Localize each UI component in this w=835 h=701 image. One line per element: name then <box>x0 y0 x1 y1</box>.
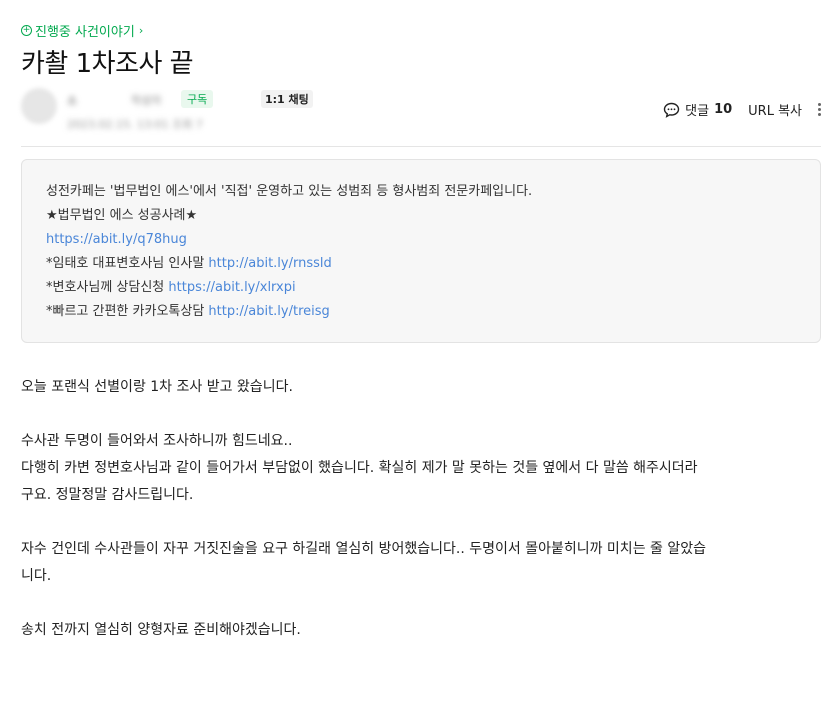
board-link[interactable]: + 진행중 사건이야기 › <box>21 21 143 40</box>
chevron-right-icon: › <box>138 24 144 37</box>
comment-icon <box>663 102 680 118</box>
body-paragraph: 구요. 정말정말 감사드립니다. <box>21 487 194 503</box>
comment-count: 10 <box>714 102 733 117</box>
consult-link[interactable]: https://abit.ly/xlrxpi <box>168 280 295 295</box>
notice-line: ★법무법인 에스 성공사례★ <box>46 208 198 223</box>
board-name: 진행중 사건이야기 <box>35 25 135 40</box>
comment-button[interactable]: 댓글 10 <box>663 100 732 119</box>
kakaotalk-link[interactable]: http://abit.ly/treisg <box>208 304 329 319</box>
subscribe-button[interactable]: 구독 <box>181 90 214 108</box>
cafe-notice-box: 성전카페는 '법무법인 에스'에서 '직접' 운영하고 있는 성범죄 등 형사범… <box>21 159 821 343</box>
post-actions: 댓글 10 URL 복사 <box>663 100 821 119</box>
notice-line: *빠르고 간편한 카카오톡상담 <box>46 304 209 319</box>
post-date: 2023.02.15. 13:01 조회 7 <box>67 118 203 131</box>
body-paragraph: 자수 건인데 수사관들이 자꾸 거짓진술을 요구 하길래 열심히 방어했습니다.… <box>21 541 706 557</box>
author-row: 소 작성자 구독 1:1 채팅 2023.02.15. 13:01 조회 7 댓… <box>21 86 821 136</box>
url-copy-button[interactable]: URL 복사 <box>748 100 802 119</box>
body-paragraph: 송치 전까지 열심히 양형자료 준비해야겠습니다. <box>21 622 301 638</box>
chat-button[interactable]: 1:1 채팅 <box>261 90 313 108</box>
more-options-icon[interactable] <box>818 103 821 116</box>
post-title: 카촬 1차조사 끝 <box>21 49 194 79</box>
body-paragraph: 니다. <box>21 568 52 584</box>
author-grade: 작성자 <box>131 94 162 107</box>
body-paragraph: 다행히 카변 정변호사님과 같이 들어가서 부담없이 했습니다. 확실히 제가 … <box>21 460 698 476</box>
body-paragraph: 수사관 두명이 들어와서 조사하니까 힘드네요.. <box>21 433 293 449</box>
avatar[interactable] <box>21 88 57 124</box>
cafe-post-page: + 진행중 사건이야기 › 카촬 1차조사 끝 소 작성자 구독 1:1 채팅 … <box>0 0 835 701</box>
plus-circle-icon: + <box>21 25 32 36</box>
greeting-link[interactable]: http://abit.ly/rnssld <box>208 256 331 271</box>
success-cases-link[interactable]: https://abit.ly/q78hug <box>46 232 187 247</box>
notice-line: 성전카페는 '법무법인 에스'에서 '직접' 운영하고 있는 성범죄 등 형사범… <box>46 184 533 199</box>
post-body: 오늘 포랜식 선별이랑 1차 조사 받고 왔습니다. 수사관 두명이 들어와서 … <box>21 374 821 644</box>
comment-label: 댓글 <box>685 104 710 119</box>
body-paragraph: 오늘 포랜식 선별이랑 1차 조사 받고 왔습니다. <box>21 379 293 395</box>
author-name[interactable]: 소 <box>67 92 77 108</box>
subscribe-label: 구독 <box>187 93 208 106</box>
notice-line: *변호사님께 상담신청 <box>46 280 169 295</box>
notice-line: *임태호 대표변호사님 인사말 <box>46 256 209 271</box>
divider <box>21 146 821 147</box>
